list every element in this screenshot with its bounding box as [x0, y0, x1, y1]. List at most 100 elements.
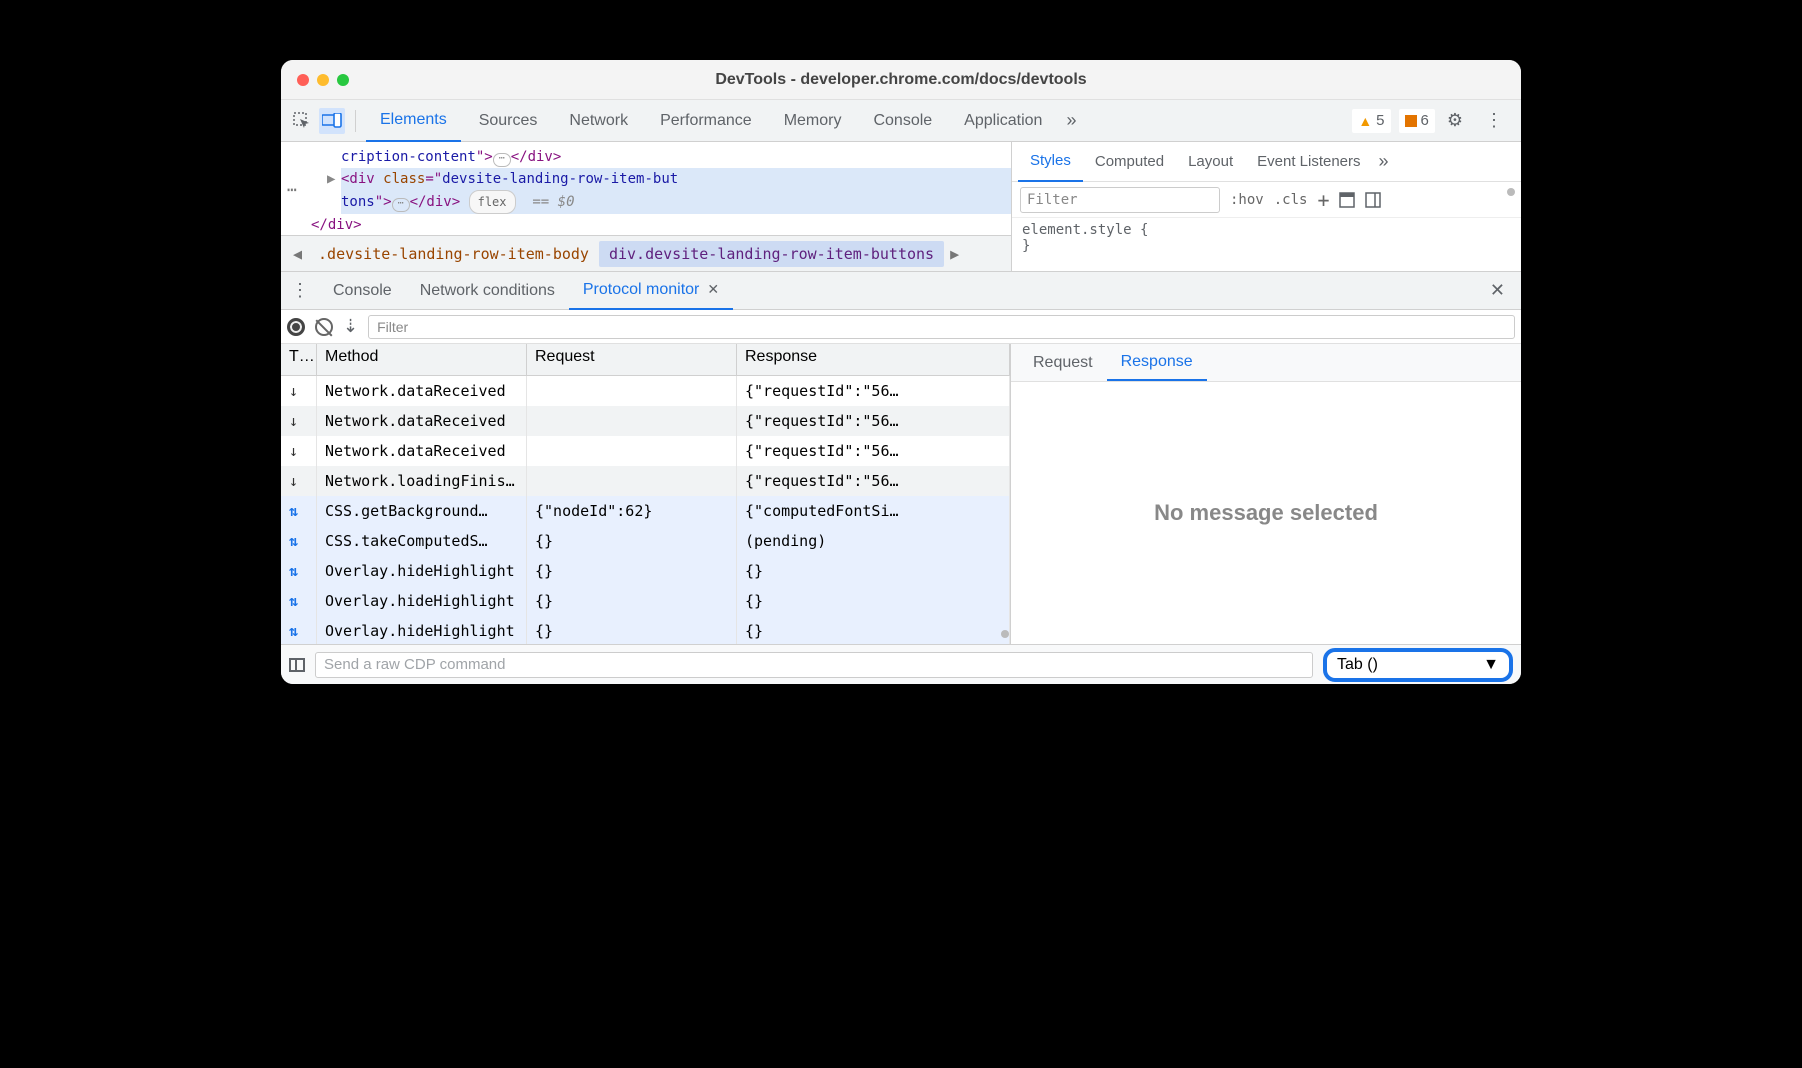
table-row[interactable]: Network.dataReceived{"requestId":"56…: [281, 406, 1010, 436]
clear-button[interactable]: [315, 318, 333, 336]
row-method: CSS.getBackground…: [317, 496, 527, 526]
more-tabs-icon[interactable]: »: [1060, 110, 1082, 131]
row-response: {"requestId":"56…: [737, 466, 1010, 496]
target-select-label: Tab (): [1337, 656, 1378, 674]
col-request[interactable]: Request: [527, 344, 737, 375]
pm-detail-tab-request[interactable]: Request: [1019, 344, 1107, 381]
target-select[interactable]: Tab () ▼: [1323, 648, 1513, 682]
download-icon[interactable]: ⇣: [343, 316, 358, 337]
issue-count: 6: [1421, 112, 1429, 129]
table-row[interactable]: Overlay.hideHighlight{}{}: [281, 586, 1010, 616]
selected-node-indicator: == $0: [532, 194, 574, 210]
crumb-item[interactable]: .devsite-landing-row-item-body: [308, 241, 599, 267]
close-tab-icon[interactable]: ✕: [707, 281, 719, 298]
cls-toggle[interactable]: .cls: [1274, 192, 1308, 208]
computed-sidebar-icon[interactable]: [1365, 192, 1381, 208]
row-method: Overlay.hideHighlight: [317, 556, 527, 586]
separator: [355, 110, 356, 132]
row-method: CSS.takeComputedS…: [317, 526, 527, 556]
close-window-button[interactable]: [297, 74, 309, 86]
row-response: {"computedFontSi…: [737, 496, 1010, 526]
cdp-command-bar: Send a raw CDP command Tab () ▼: [281, 644, 1521, 684]
drawer-tab-console[interactable]: Console: [319, 272, 406, 310]
new-style-rule-icon[interactable]: +: [1317, 188, 1329, 212]
toggle-sidebar-icon[interactable]: [289, 658, 305, 672]
drawer-tab-protocol-monitor[interactable]: Protocol monitor✕: [569, 272, 733, 310]
row-response: {"requestId":"56…: [737, 376, 1010, 406]
col-type[interactable]: T…: [281, 344, 317, 375]
row-direction-icon: [281, 496, 317, 526]
tab-application[interactable]: Application: [950, 100, 1056, 142]
window-titlebar: DevTools - developer.chrome.com/docs/dev…: [281, 60, 1521, 100]
protocol-monitor-body: T… Method Request Response Network.dataR…: [281, 344, 1521, 644]
row-direction-icon: [281, 466, 317, 496]
drawer-close-icon[interactable]: ✕: [1480, 280, 1515, 301]
row-request: [527, 466, 737, 496]
col-method[interactable]: Method: [317, 344, 527, 375]
row-method: Network.dataReceived: [317, 436, 527, 466]
pm-detail-pane: Request Response No message selected: [1011, 344, 1521, 644]
cdp-command-input[interactable]: Send a raw CDP command: [315, 652, 1313, 678]
settings-icon[interactable]: ⚙: [1439, 110, 1471, 131]
pm-table: T… Method Request Response Network.dataR…: [281, 344, 1011, 644]
styles-more-icon[interactable]: »: [1373, 151, 1395, 172]
issue-icon: [1405, 115, 1417, 127]
dom-tree[interactable]: ⋯ cription-content">⋯</div> ▶<div class=…: [281, 142, 1011, 271]
zoom-window-button[interactable]: [337, 74, 349, 86]
row-direction-icon: [281, 616, 317, 644]
row-request: {"nodeId":62}: [527, 496, 737, 526]
record-button[interactable]: [287, 318, 305, 336]
warnings-badge[interactable]: ▲ 5: [1352, 109, 1390, 133]
tab-network[interactable]: Network: [555, 100, 642, 142]
table-row[interactable]: Overlay.hideHighlight{}{}: [281, 556, 1010, 586]
styles-filter-input[interactable]: Filter: [1020, 187, 1220, 213]
crumb-next-icon[interactable]: ▶: [944, 245, 965, 263]
row-direction-icon: [281, 526, 317, 556]
styles-tab-event-listeners[interactable]: Event Listeners: [1245, 142, 1372, 182]
kebab-menu-icon[interactable]: ⋮: [1475, 110, 1513, 131]
styles-tab-styles[interactable]: Styles: [1018, 142, 1083, 182]
table-row[interactable]: Overlay.hideHighlight{}{}: [281, 616, 1010, 644]
tab-console[interactable]: Console: [859, 100, 946, 142]
flexbox-editor-icon[interactable]: [1339, 192, 1355, 208]
row-method: Network.dataReceived: [317, 406, 527, 436]
minimize-window-button[interactable]: [317, 74, 329, 86]
table-row[interactable]: Network.dataReceived{"requestId":"56…: [281, 376, 1010, 406]
tab-elements[interactable]: Elements: [366, 100, 461, 142]
table-row[interactable]: Network.loadingFinis…{"requestId":"56…: [281, 466, 1010, 496]
col-response[interactable]: Response: [737, 344, 1010, 375]
row-request: [527, 436, 737, 466]
warning-icon: ▲: [1358, 113, 1372, 129]
drawer-menu-icon[interactable]: ⋮: [287, 280, 319, 301]
hov-toggle[interactable]: :hov: [1230, 192, 1264, 208]
crumb-prev-icon[interactable]: ◀: [287, 245, 308, 263]
row-request: {}: [527, 556, 737, 586]
row-direction-icon: [281, 556, 317, 586]
crumb-item-selected[interactable]: div.devsite-landing-row-item-buttons: [599, 241, 944, 267]
row-request: {}: [527, 586, 737, 616]
drawer-tab-network-conditions[interactable]: Network conditions: [406, 272, 569, 310]
pm-filter-input[interactable]: Filter: [368, 315, 1515, 339]
table-row[interactable]: CSS.getBackground…{"nodeId":62}{"compute…: [281, 496, 1010, 526]
flex-badge[interactable]: flex: [469, 190, 516, 214]
tab-memory[interactable]: Memory: [770, 100, 856, 142]
row-response: {}: [737, 616, 1010, 644]
tab-performance[interactable]: Performance: [646, 100, 766, 142]
styles-tab-computed[interactable]: Computed: [1083, 142, 1176, 182]
row-method: Overlay.hideHighlight: [317, 616, 527, 644]
table-row[interactable]: Network.dataReceived{"requestId":"56…: [281, 436, 1010, 466]
chevron-down-icon: ▼: [1483, 656, 1499, 674]
row-request: {}: [527, 526, 737, 556]
row-request: [527, 376, 737, 406]
table-row[interactable]: CSS.takeComputedS…{}(pending): [281, 526, 1010, 556]
row-direction-icon: [281, 376, 317, 406]
scrollbar-thumb: [1507, 188, 1515, 196]
pm-detail-tab-response[interactable]: Response: [1107, 344, 1207, 381]
tab-sources[interactable]: Sources: [465, 100, 552, 142]
style-rules[interactable]: element.style { }: [1012, 218, 1521, 258]
elements-panel: ⋯ cription-content">⋯</div> ▶<div class=…: [281, 142, 1521, 272]
device-toolbar-icon[interactable]: [319, 108, 345, 134]
styles-tab-layout[interactable]: Layout: [1176, 142, 1245, 182]
issues-badge[interactable]: 6: [1399, 109, 1435, 133]
inspect-element-icon[interactable]: [289, 108, 315, 134]
